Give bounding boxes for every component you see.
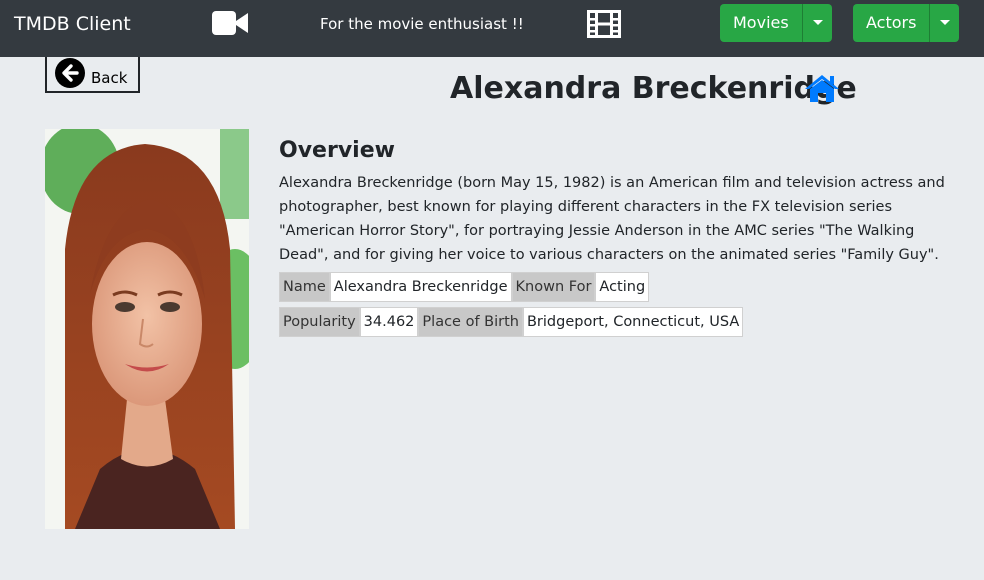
home-icon[interactable] [803,73,841,103]
actors-button[interactable]: Actors [853,4,930,42]
navbar: TMDB Client For the movie enthusiast !! … [0,0,984,57]
overview-text: Alexandra Breckenridge (born May 15, 198… [279,175,945,263]
movies-button[interactable]: Movies [720,4,802,42]
tagline: For the movie enthusiast !! [320,15,524,33]
name-label: Name [279,272,330,302]
video-camera-icon [212,11,248,35]
brand-title[interactable]: TMDB Client [14,12,131,36]
known-for-value: Acting [595,272,650,302]
place-of-birth-label: Place of Birth [418,307,523,337]
arrow-left-circle-icon [55,58,85,88]
actors-caret-button[interactable] [929,4,960,42]
back-label: Back [91,69,128,87]
place-of-birth-value: Bridgeport, Connecticut, USA [522,307,744,337]
profile-photo [45,129,249,529]
known-for-label: Known For [511,272,596,302]
film-strip-icon [587,10,621,38]
overview-heading: Overview [279,138,395,163]
movies-dropdown: Movies [720,4,832,42]
name-value: Alexandra Breckenridge [329,272,512,302]
movies-caret-button[interactable] [801,4,832,42]
popularity-label: Popularity [279,307,360,337]
details-row-2: Popularity 34.462 Place of Birth Bridgep… [279,307,744,337]
popularity-value: 34.462 [359,307,419,337]
actors-dropdown: Actors [853,4,960,42]
page-title: Alexandra Breckenridge [450,71,857,106]
details-row-1: Name Alexandra Breckenridge Known For Ac… [279,272,650,302]
back-button[interactable]: Back [45,57,140,93]
